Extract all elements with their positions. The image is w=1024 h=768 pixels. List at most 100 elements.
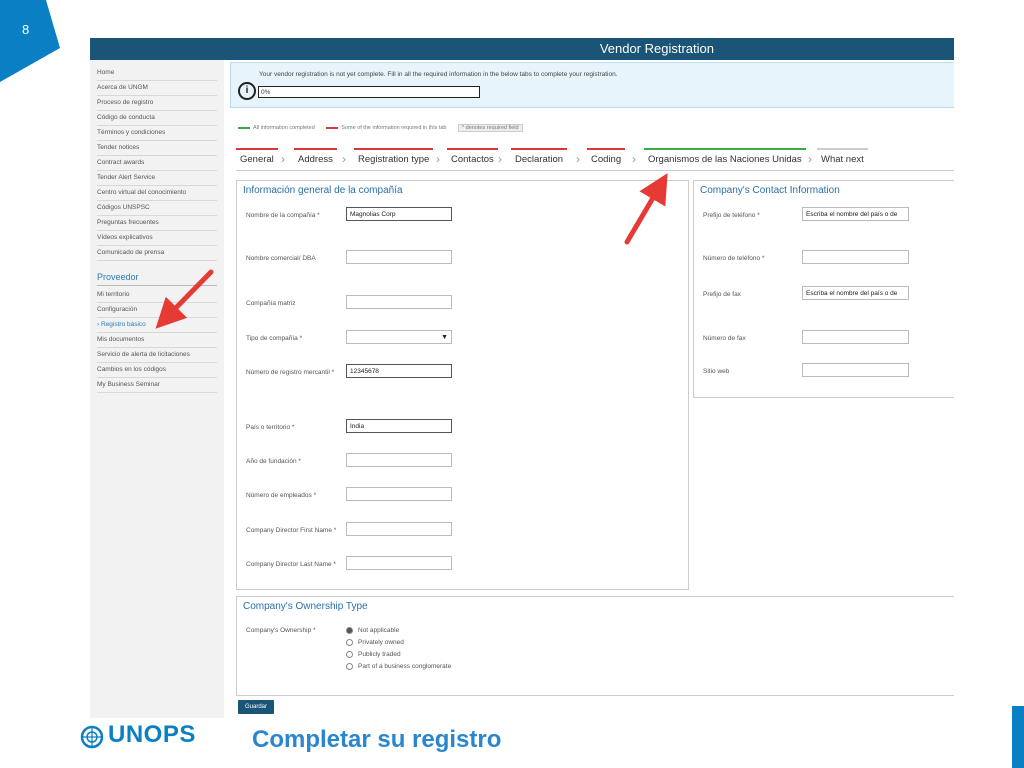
sidebar-item-knowledge-centre[interactable]: Centro virtual del conocimiento (97, 186, 217, 201)
tab-un-organizations[interactable]: Organismos de las Naciones Unidas (644, 148, 806, 170)
contact-info-panel: Company's Contact Information Prefijo de… (693, 180, 954, 398)
field-label: Número de registro mercantil * (246, 369, 335, 376)
ownership-option-conglomerate[interactable]: Part of a business conglomerate (346, 663, 451, 670)
unops-logo: UNOPS (108, 721, 196, 748)
chevron-down-icon: ▼ (441, 334, 448, 341)
sidebar-item-settings[interactable]: Configuración (97, 303, 217, 318)
radio-label: Part of a business conglomerate (358, 663, 452, 671)
tab-address[interactable]: Address (294, 148, 337, 170)
tab-coding[interactable]: Coding (587, 148, 626, 170)
field-label: Número de fax (703, 335, 746, 342)
radio-label: Privately owned (358, 639, 404, 647)
sidebar-item-my-documents[interactable]: Mis documentos (97, 333, 217, 348)
sidebar-item-contract-awards[interactable]: Contract awards (97, 156, 217, 171)
general-info-panel: Información general de la compañía Nombr… (236, 180, 689, 590)
dba-input[interactable] (346, 250, 452, 264)
field-label: Sitio web (703, 368, 730, 375)
app-title: Vendor Registration (599, 41, 714, 56)
field-label: País o territorio * (246, 424, 295, 431)
company-name-input[interactable]: Magnolias Corp (346, 207, 452, 221)
sidebar-item-faq[interactable]: Preguntas frecuentes (97, 216, 217, 231)
founding-year-input[interactable] (346, 453, 452, 467)
sidebar-item-tender-alert-service[interactable]: Servicio de alerta de licitaciones (97, 348, 217, 363)
tab-declaration[interactable]: Declaration (511, 148, 568, 170)
sidebar: Home Acerca de UNGM Proceso de registro … (90, 60, 224, 718)
legend-complete: All information completed (238, 125, 315, 131)
sidebar-section-vendor: Proveedor (97, 269, 217, 286)
director-first-name-input[interactable] (346, 522, 452, 536)
alert-message: Your vendor registration is not yet comp… (259, 71, 618, 78)
employees-input[interactable] (346, 487, 452, 501)
phone-prefix-input[interactable]: Escriba el nombre del país o de (802, 207, 909, 221)
red-line-icon (326, 126, 339, 129)
registration-tabs: General › Address › Registration type › … (236, 146, 954, 171)
sidebar-item-code-of-conduct[interactable]: Código de conducta (97, 111, 217, 126)
field-label: Company Director Last Name * (246, 561, 336, 568)
field-label: Company Director First Name * (246, 527, 337, 534)
chevron-right-icon: › (342, 152, 346, 166)
progress-bar: 0% (258, 86, 480, 98)
slide-title: Completar su registro (252, 726, 502, 753)
sidebar-item-press[interactable]: Comunicado de prensa (97, 246, 217, 261)
right-accent-bar (1012, 706, 1024, 768)
sidebar-item-basic-registration[interactable]: › Registro básico (97, 318, 217, 333)
sidebar-item-unspsc[interactable]: Códigos UNSPSC (97, 201, 217, 216)
sidebar-item-home[interactable]: Home (97, 66, 217, 81)
field-label: Prefijo de teléfono * (703, 212, 760, 219)
tab-contacts[interactable]: Contactos (447, 148, 498, 170)
general-info-title: Información general de la compañía (243, 185, 403, 196)
sidebar-item-registration-process[interactable]: Proceso de registro (97, 96, 217, 111)
info-icon: i (238, 82, 256, 100)
fax-number-input[interactable] (802, 330, 909, 344)
ownership-option-not-applicable[interactable]: Not applicable (346, 627, 399, 634)
un-emblem-icon (80, 725, 104, 749)
sidebar-item-tender-notices[interactable]: Tender notices (97, 141, 217, 156)
chevron-right-icon: › (576, 152, 580, 166)
legend-required: * denotes required field (458, 124, 523, 132)
sidebar-item-business-seminar[interactable]: My Business Seminar (97, 378, 217, 393)
field-label: Compañía matriz (246, 300, 296, 307)
ownership-option-public[interactable]: Publicly traded (346, 651, 401, 658)
registration-alert: Your vendor registration is not yet comp… (230, 62, 954, 108)
radio-icon (346, 651, 353, 658)
chevron-right-icon: › (498, 152, 502, 166)
contact-info-title: Company's Contact Information (700, 185, 840, 196)
ownership-label: Company's Ownership * (246, 627, 316, 634)
parent-company-input[interactable] (346, 295, 452, 309)
radio-icon (346, 663, 353, 670)
field-label: Tipo de compañía * (246, 335, 303, 342)
fax-prefix-input[interactable]: Escriba el nombre del país o de (802, 286, 909, 300)
field-label: Número de teléfono * (703, 255, 765, 262)
sidebar-item-my-territory[interactable]: Mi territorio (97, 288, 217, 303)
company-type-select[interactable]: ▼ (346, 330, 452, 344)
ownership-title: Company's Ownership Type (243, 601, 368, 612)
phone-number-input[interactable] (802, 250, 909, 264)
sidebar-item-videos[interactable]: Vídeos explicativos (97, 231, 217, 246)
field-label: Número de empleados * (246, 492, 317, 499)
tab-registration-type[interactable]: Registration type (354, 148, 434, 170)
country-input[interactable]: India (346, 419, 452, 433)
chevron-right-icon: › (632, 152, 636, 166)
vendor-registration-screenshot: Vendor Registration Home Acerca de UNGM … (90, 38, 954, 718)
legend-missing-label: Some of the information required in this… (341, 125, 447, 131)
tab-what-next[interactable]: What next (817, 148, 868, 170)
page-tab-shape (0, 0, 60, 82)
app-header: Vendor Registration (90, 38, 954, 60)
website-input[interactable] (802, 363, 909, 377)
radio-icon (346, 639, 353, 646)
field-label: Año de fundación * (246, 458, 301, 465)
director-last-name-input[interactable] (346, 556, 452, 570)
ownership-option-private[interactable]: Privately owned (346, 639, 404, 646)
sidebar-item-tender-alert[interactable]: Tender Alert Service (97, 171, 217, 186)
sidebar-item-about[interactable]: Acerca de UNGM (97, 81, 217, 96)
tab-general[interactable]: General (236, 148, 278, 170)
field-label: Nombre comercial/ DBA (246, 255, 316, 262)
sidebar-item-code-changes[interactable]: Cambios en los códigos (97, 363, 217, 378)
green-line-icon (238, 126, 250, 129)
save-button[interactable]: Guardar (238, 700, 274, 714)
ownership-panel: Company's Ownership Type Company's Owner… (236, 596, 954, 696)
radio-selected-icon (346, 627, 353, 634)
radio-label: Not applicable (358, 627, 400, 635)
sidebar-item-terms[interactable]: Términos y condiciones (97, 126, 217, 141)
registration-number-input[interactable]: 12345678 (346, 364, 452, 378)
